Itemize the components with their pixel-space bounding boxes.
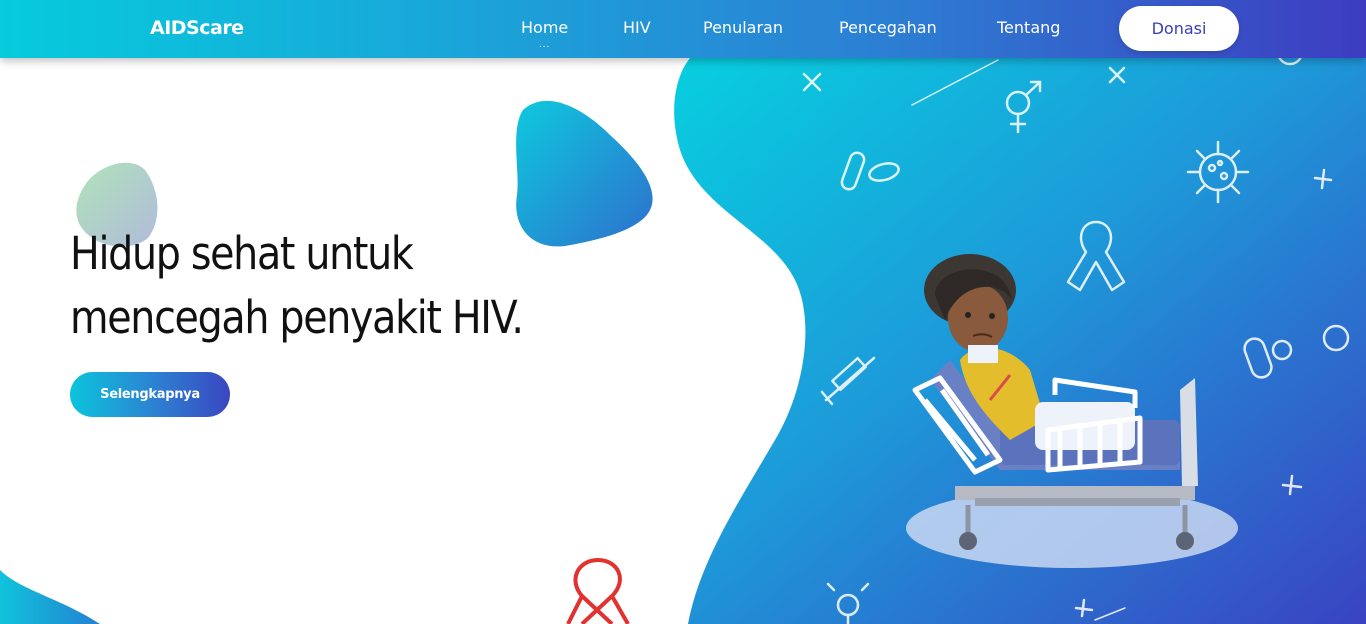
navbar: AIDScare Home ... HIV Penularan Pencegah…: [0, 0, 1366, 58]
nav-link-penularan[interactable]: Penularan: [703, 18, 783, 37]
hero-blob-corner: [0, 570, 100, 624]
brand-logo[interactable]: AIDScare: [150, 17, 244, 39]
hero-blob-large: [674, 58, 1366, 624]
hero-title: Hidup sehat untuk mencegah penyakit HIV.: [70, 222, 528, 350]
hero-blob-small: [516, 100, 653, 247]
learn-more-button[interactable]: Selengkapnya: [70, 372, 230, 417]
hero-title-line2: mencegah penyakit HIV.: [70, 291, 524, 344]
nav-link-home[interactable]: Home: [521, 18, 568, 37]
nav-link-pencegahan[interactable]: Pencegahan: [839, 18, 937, 37]
donate-button[interactable]: Donasi: [1119, 6, 1239, 51]
nav-link-hiv[interactable]: HIV: [623, 18, 651, 37]
nav-link-tentang[interactable]: Tentang: [997, 18, 1060, 37]
hero-title-line1: Hidup sehat untuk: [70, 227, 414, 280]
nav-active-indicator: ...: [539, 39, 551, 50]
